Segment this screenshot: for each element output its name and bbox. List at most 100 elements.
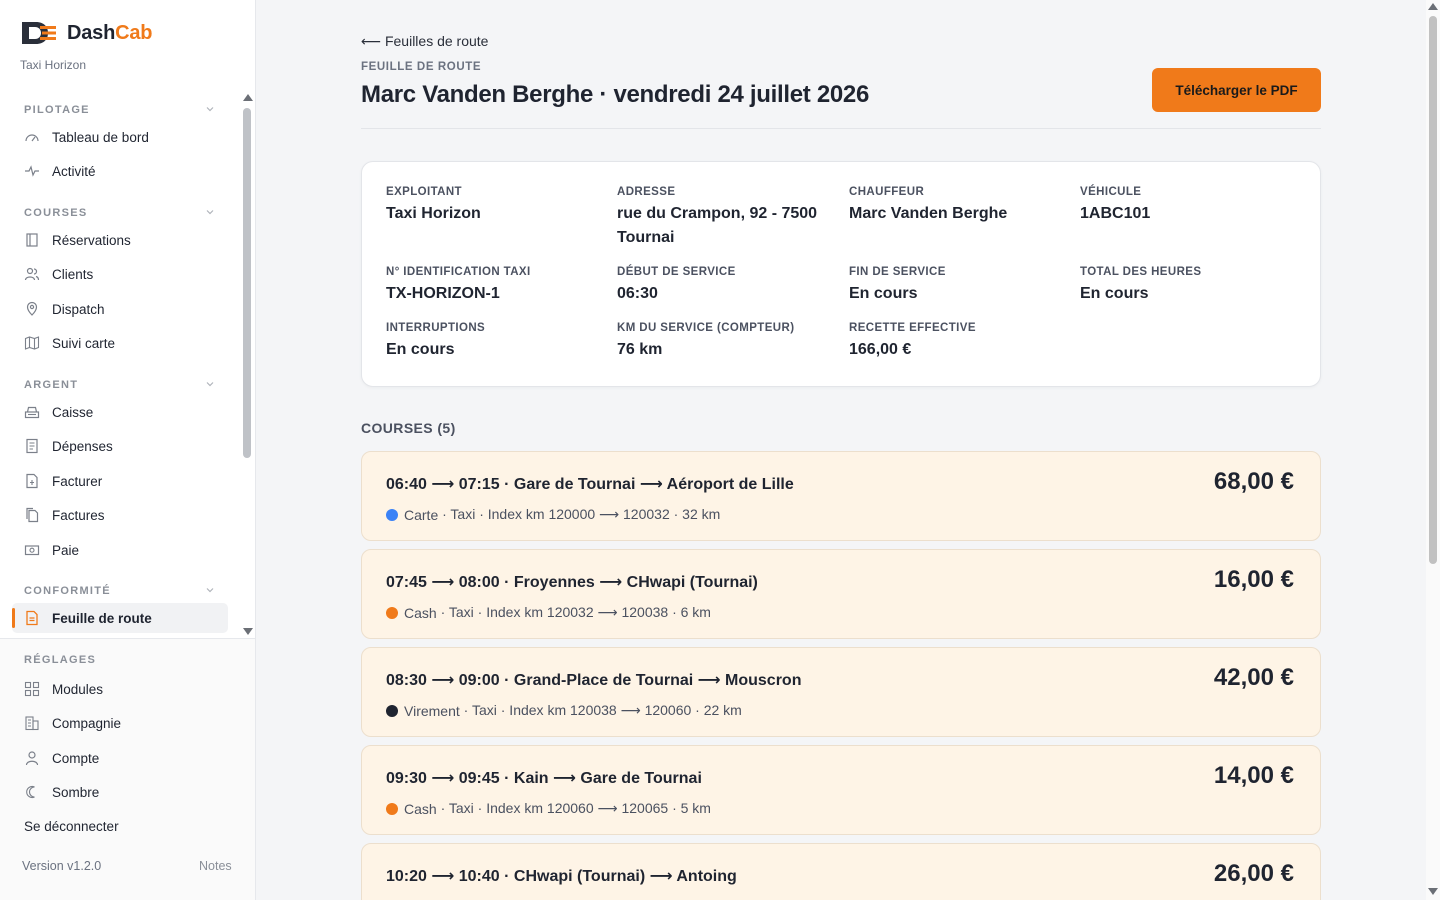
sidebar-nav: PILOTAGE Tableau de bord Activité COURSE… xyxy=(0,92,240,637)
ride-card[interactable]: 08:30 ⟶ 09:00 · Grand-Place de Tournai ⟶… xyxy=(361,647,1321,737)
field-label: Exploitant xyxy=(386,186,462,198)
ride-amount: 16,00 € xyxy=(1213,566,1294,593)
ride-card[interactable]: 10:20 ⟶ 10:40 · CHwapi (Tournai) ⟶ Antoi… xyxy=(361,843,1321,900)
ride-amount: 42,00 € xyxy=(1213,664,1294,691)
field-interruptions: Interruptions En cours xyxy=(386,322,606,362)
payment-dot-icon xyxy=(386,802,398,815)
logout-link[interactable]: Se déconnecter xyxy=(24,819,119,834)
scroll-down-arrow-icon[interactable] xyxy=(243,628,253,635)
field-value: Taxi Horizon xyxy=(386,205,481,222)
sidebar-item-label: Sombre xyxy=(52,784,100,800)
sidebar-item-tableau-de-bord[interactable]: Tableau de bord xyxy=(12,122,228,152)
notes-link[interactable]: Notes xyxy=(199,859,232,873)
map-icon xyxy=(24,335,40,351)
section-conformite[interactable]: CONFORMITÉ xyxy=(24,585,111,597)
ride-amount: 14,00 € xyxy=(1213,762,1294,789)
dashcab-logo-icon xyxy=(20,18,58,48)
sidebar-item-compte[interactable]: Compte xyxy=(12,743,228,773)
sidebar-item-facturer[interactable]: Facturer xyxy=(12,466,228,496)
gauge-icon xyxy=(24,129,40,145)
field-label: Véhicule xyxy=(1080,186,1142,198)
field-value: 1ABC101 xyxy=(1080,205,1151,222)
field-label: N° identification taxi xyxy=(386,266,531,278)
sidebar-footer: RÉGLAGES Modules Compagnie Compte Sombre… xyxy=(0,638,255,900)
page-eyebrow: FEUILLE DE ROUTE xyxy=(361,61,482,73)
ride-card[interactable]: 06:40 ⟶ 07:15 · Gare de Tournai ⟶ Aéropo… xyxy=(361,451,1321,541)
chevron-down-icon[interactable] xyxy=(206,208,214,216)
ride-card[interactable]: 09:30 ⟶ 09:45 · Kain ⟶ Gare de Tournai C… xyxy=(361,745,1321,835)
sidebar-item-label: Compagnie xyxy=(52,715,122,731)
field-value: 06:30 xyxy=(617,285,658,302)
section-courses[interactable]: COURSES xyxy=(24,207,88,219)
ride-meta: Cash · Taxi · Index km 120060 ⟶ 120065 ·… xyxy=(386,800,711,817)
ride-card[interactable]: 07:45 ⟶ 08:00 · Froyennes ⟶ CHwapi (Tour… xyxy=(361,549,1321,639)
sidebar-item-label: Factures xyxy=(52,507,105,523)
brand[interactable]: DashCab xyxy=(20,18,152,48)
sidebar-item-label: Réservations xyxy=(52,232,131,248)
sidebar-item-label: Modules xyxy=(52,681,104,697)
sidebar-item-modules[interactable]: Modules xyxy=(12,674,228,704)
header-divider xyxy=(361,128,1321,129)
sidebar-item-label: Caisse xyxy=(52,404,94,420)
ride-route: 10:20 ⟶ 10:40 · CHwapi (Tournai) ⟶ Antoi… xyxy=(386,868,737,885)
chevron-down-icon[interactable] xyxy=(206,380,214,388)
document-icon xyxy=(24,610,40,626)
ride-route: 07:45 ⟶ 08:00 · Froyennes ⟶ CHwapi (Tour… xyxy=(386,574,758,591)
section-argent[interactable]: ARGENT xyxy=(24,379,78,391)
page-title: Marc Vanden Berghe · vendredi 24 juillet… xyxy=(361,81,870,108)
scrollbar-thumb[interactable] xyxy=(1429,16,1437,564)
section-reglages: RÉGLAGES xyxy=(24,654,97,666)
sidebar-item-label: Dispatch xyxy=(52,301,105,317)
sidebar-item-suivi-carte[interactable]: Suivi carte xyxy=(12,328,228,358)
field-value: Marc Vanden Berghe xyxy=(849,205,1008,222)
ride-details: · Taxi · Index km 120032 ⟶ 120038 · 6 km xyxy=(436,604,711,620)
sidebar-item-caisse[interactable]: Caisse xyxy=(12,397,228,427)
sidebar-item-dispatch[interactable]: Dispatch xyxy=(12,294,228,324)
ride-amount: 26,00 € xyxy=(1213,860,1294,887)
company-name: Taxi Horizon xyxy=(20,58,87,72)
ride-details: · Taxi · Index km 120000 ⟶ 120032 · 32 k… xyxy=(438,506,721,522)
field-value: En cours xyxy=(849,285,918,302)
ride-amount: 68,00 € xyxy=(1213,468,1294,495)
sidebar-item-depenses[interactable]: Dépenses xyxy=(12,431,228,461)
sidebar-item-label: Tableau de bord xyxy=(52,129,149,145)
sidebar-item-clients[interactable]: Clients xyxy=(12,259,228,289)
scroll-up-arrow-icon[interactable] xyxy=(243,94,253,101)
building-icon xyxy=(24,715,40,731)
field-label: Chauffeur xyxy=(849,186,925,198)
money-icon xyxy=(24,542,40,558)
sidebar-item-reservations[interactable]: Réservations xyxy=(12,225,228,255)
page-scrollbar[interactable] xyxy=(1426,0,1440,900)
sidebar-item-label: Feuille de route xyxy=(52,610,152,626)
sidebar-item-paie[interactable]: Paie xyxy=(12,535,228,565)
invoices-icon xyxy=(24,507,40,523)
field-total-heures: Total des heures En cours xyxy=(1080,266,1300,306)
scroll-down-arrow-icon[interactable] xyxy=(1428,888,1438,895)
field-km-service: KM du service (compteur) 76 km xyxy=(617,322,837,362)
download-pdf-button[interactable]: Télécharger le PDF xyxy=(1152,68,1321,112)
field-value: TX-HORIZON-1 xyxy=(386,285,500,302)
section-pilotage[interactable]: PILOTAGE xyxy=(24,104,90,116)
sidebar-item-label: Facturer xyxy=(52,473,103,489)
ride-route: 06:40 ⟶ 07:15 · Gare de Tournai ⟶ Aéropo… xyxy=(386,476,794,493)
payment-dot-icon xyxy=(386,606,398,619)
sidebar-item-feuille-de-route[interactable]: Feuille de route xyxy=(12,603,228,633)
chevron-down-icon[interactable] xyxy=(206,105,214,113)
chevron-down-icon[interactable] xyxy=(206,586,214,594)
sidebar-item-sombre[interactable]: Sombre xyxy=(12,777,228,807)
field-recette: Recette effective 166,00 € xyxy=(849,322,1069,362)
sidebar-item-compagnie[interactable]: Compagnie xyxy=(12,708,228,738)
sidebar-scrollbar[interactable] xyxy=(243,94,253,635)
sidebar-item-label: Dépenses xyxy=(52,438,113,454)
scroll-up-arrow-icon[interactable] xyxy=(1428,3,1438,10)
users-icon xyxy=(24,266,40,282)
back-link[interactable]: ⟵ Feuilles de route xyxy=(361,33,488,50)
sidebar-item-activite[interactable]: Activité xyxy=(12,156,228,186)
ride-details: · Taxi · Index km 120060 ⟶ 120065 · 5 km xyxy=(436,800,711,816)
receipt-icon xyxy=(24,438,40,454)
activity-icon xyxy=(24,163,40,179)
courses-heading: COURSES (5) xyxy=(361,420,456,436)
scrollbar-thumb[interactable] xyxy=(243,108,251,458)
sidebar: DashCab Taxi Horizon PILOTAGE Tableau de… xyxy=(0,0,256,900)
sidebar-item-factures[interactable]: Factures xyxy=(12,500,228,530)
